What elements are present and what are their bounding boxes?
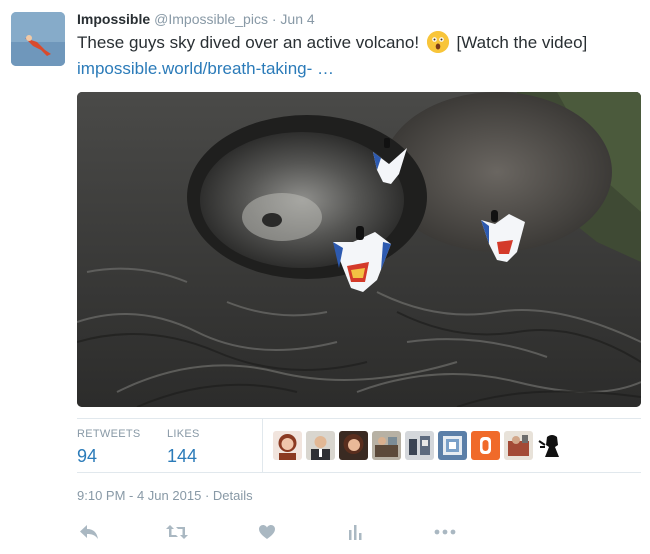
liker-avatar[interactable] [504,431,533,460]
tweet-media-image[interactable] [77,92,641,407]
more-icon [434,529,456,535]
like-button[interactable] [255,521,279,543]
heart-icon [259,525,275,539]
astonished-face-emoji-icon [426,31,449,53]
tweet-text-main: These guys sky dived over an active volc… [77,33,420,52]
reply-icon [80,525,98,539]
liker-avatar[interactable] [405,431,434,460]
reply-button[interactable] [77,521,101,543]
likes-count[interactable]: 144 [167,444,200,468]
tweet-link[interactable]: impossible.world/breath-taking- … [77,57,334,81]
tweet-actions [77,521,477,545]
likers-avatars [273,431,566,460]
stats-separator [262,418,263,472]
liker-avatar[interactable] [372,431,401,460]
retweets-stat[interactable]: RETWEETS 94 [77,428,141,468]
liker-avatar[interactable] [306,431,335,460]
liker-avatar[interactable] [339,431,368,460]
more-button[interactable] [433,521,457,543]
liker-avatar[interactable] [471,431,500,460]
author-avatar[interactable] [11,12,65,66]
timestamp-separator: · [204,488,210,503]
liker-avatar[interactable] [273,431,302,460]
author-handle[interactable]: @Impossible_pics [154,11,268,27]
tweet-text: These guys sky dived over an active volc… [77,31,587,55]
retweet-icon [166,525,188,539]
tweet-text-suffix: [Watch the video] [456,33,588,52]
tweet-header: Impossible @Impossible_pics · Jun 4 [77,9,315,29]
header-separator: · [271,11,277,27]
analytics-icon [349,525,362,540]
retweet-button[interactable] [165,521,189,543]
details-link[interactable]: Details [213,488,253,503]
tweet-timestamp: 9:10 PM - 4 Jun 2015 · Details [77,488,253,504]
liker-avatar[interactable] [537,431,566,460]
analytics-button[interactable] [343,521,367,543]
retweets-count[interactable]: 94 [77,444,141,468]
timestamp-text[interactable]: 9:10 PM - 4 Jun 2015 [77,488,201,503]
likes-stat[interactable]: LIKES 144 [167,428,200,468]
liker-avatar[interactable] [438,431,467,460]
likes-label: LIKES [167,428,200,440]
stats-top-divider [77,418,641,419]
retweets-label: RETWEETS [77,428,141,440]
author-name[interactable]: Impossible [77,11,150,27]
stats-bottom-divider [77,472,641,473]
tweet-date[interactable]: Jun 4 [280,11,314,27]
